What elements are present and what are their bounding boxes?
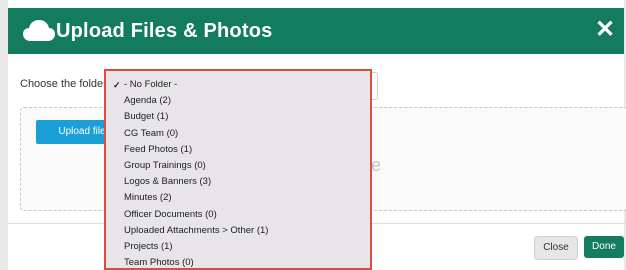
folder-label: Choose the folder: bbox=[20, 78, 110, 90]
close-icon[interactable]: ✕ bbox=[592, 16, 618, 44]
folder-option[interactable]: Minutes (2) bbox=[106, 190, 370, 206]
folder-option[interactable]: Group Trainings (0) bbox=[106, 158, 370, 174]
folder-option[interactable]: Feed Photos (1) bbox=[106, 142, 370, 158]
folder-option[interactable]: Budget (1) bbox=[106, 109, 370, 125]
folder-dropdown-list[interactable]: ✓ - No Folder - Agenda (2) Budget (1) CG … bbox=[104, 69, 372, 270]
folder-option[interactable]: Team Photos (0) bbox=[106, 255, 370, 268]
folder-option[interactable]: Logos & Banners (3) bbox=[106, 174, 370, 190]
folder-option[interactable]: CG Team (0) bbox=[106, 126, 370, 142]
cloud-icon bbox=[23, 20, 55, 41]
folder-option[interactable]: Agenda (2) bbox=[106, 93, 370, 109]
window-left-edge bbox=[0, 0, 8, 270]
dialog-title: Upload Files & Photos bbox=[56, 20, 273, 42]
checkmark-icon: ✓ bbox=[113, 80, 121, 90]
folder-option[interactable]: ✓ - No Folder - bbox=[106, 77, 370, 93]
folder-option[interactable]: Projects (1) bbox=[106, 239, 370, 255]
folder-option[interactable]: Officer Documents (0) bbox=[106, 207, 370, 223]
done-button[interactable]: Done bbox=[584, 236, 624, 258]
dialog-header: Upload Files & Photos ✕ bbox=[8, 8, 624, 54]
folder-option[interactable]: Uploaded Attachments > Other (1) bbox=[106, 223, 370, 239]
close-button[interactable]: Close bbox=[534, 236, 578, 260]
